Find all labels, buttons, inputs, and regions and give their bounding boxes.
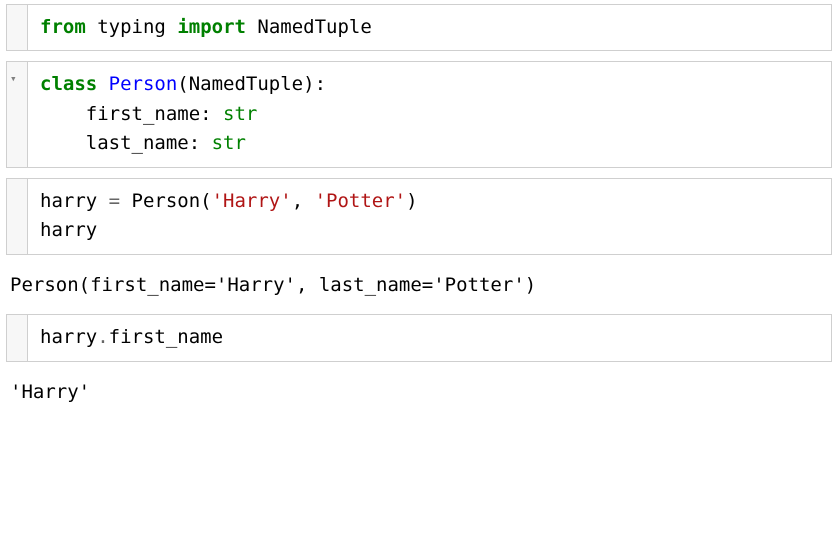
code-input[interactable]: harry = Person('Harry', 'Potter') harry (27, 179, 831, 254)
code-token: Person( (120, 190, 212, 212)
code-token: str (212, 132, 246, 154)
code-token (86, 16, 97, 38)
code-token: NamedTuple (257, 16, 371, 38)
code-token: 'Harry' (212, 190, 292, 212)
code-token: harry (40, 326, 97, 348)
cell-gutter (7, 5, 27, 50)
code-cell[interactable]: harry = Person('Harry', 'Potter') harry (6, 178, 832, 255)
code-token: str (223, 103, 257, 125)
cell-gutter (7, 179, 27, 254)
code-token: import (177, 16, 246, 38)
code-input[interactable]: harry.first_name (27, 315, 831, 360)
code-token: Person (109, 73, 178, 95)
code-token (246, 16, 257, 38)
cell-output: 'Harry' (6, 372, 832, 421)
code-token: last_name: (40, 132, 212, 154)
code-token: from (40, 16, 86, 38)
code-cell[interactable]: from typing import NamedTuple (6, 4, 832, 51)
code-token: 'Potter' (315, 190, 407, 212)
notebook-container: from typing import NamedTuple ▾ class Pers… (6, 4, 832, 421)
code-cell[interactable]: harry.first_name (6, 314, 832, 361)
code-token: (NamedTuple): (177, 73, 326, 95)
code-token: first_name (109, 326, 223, 348)
code-token: typing (97, 16, 166, 38)
code-token (166, 16, 177, 38)
code-token: , (292, 190, 315, 212)
collapse-arrow-icon[interactable]: ▾ (10, 70, 17, 87)
code-token: harry (40, 190, 109, 212)
code-token: = (109, 190, 120, 212)
code-token: first_name: (40, 103, 223, 125)
code-token: . (97, 326, 108, 348)
code-input[interactable]: class Person(NamedTuple): first_name: st… (27, 62, 831, 166)
code-token: class (40, 73, 97, 95)
code-input[interactable]: from typing import NamedTuple (27, 5, 831, 50)
cell-output: Person(first_name='Harry', last_name='Po… (6, 265, 832, 314)
code-cell[interactable]: ▾ class Person(NamedTuple): first_name: s… (6, 61, 832, 167)
cell-gutter (7, 315, 27, 360)
code-token (97, 73, 108, 95)
cell-gutter: ▾ (7, 62, 27, 166)
